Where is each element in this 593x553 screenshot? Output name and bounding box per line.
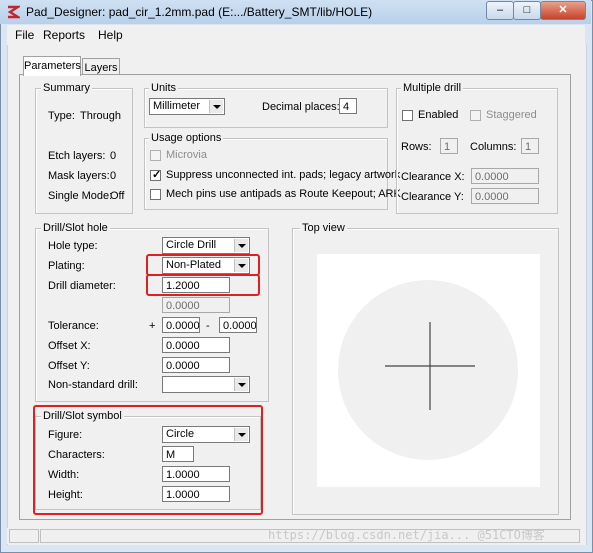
chevron-down-icon [234,378,248,391]
single-mode-value: Off [110,190,125,202]
drill-diameter-highlight [146,274,260,296]
staggered-label: Staggered [486,109,537,121]
usage-options-title: Usage options [149,132,224,144]
non-standard-drill-label: Non-standard drill: [48,379,138,391]
menu-reports[interactable]: Reports [43,28,85,42]
type-value: Through [80,110,121,122]
drill-diameter-label: Drill diameter: [48,280,116,292]
menu-bar [7,25,585,45]
staggered-checkbox[interactable] [470,110,481,121]
hole-type-dropdown[interactable]: Circle Drill [162,237,250,254]
top-view-canvas[interactable] [317,254,540,487]
clearance-x-label: Clearance X: [401,171,465,183]
maximize-button[interactable]: □ [513,1,541,20]
enabled-checkbox[interactable] [402,110,413,121]
mask-layers-label: Mask layers: [48,170,110,182]
menu-file[interactable]: File [15,28,34,42]
clearance-y-label: Clearance Y: [401,191,464,203]
columns-input[interactable]: 1 [521,138,539,154]
drill-slot-symbol-title: Drill/Slot symbol [41,410,124,422]
hole-type-value: Circle Drill [166,239,217,251]
decimal-places-label: Decimal places: [262,101,340,113]
checkmark-icon: ✓ [152,169,162,181]
pad-circle-shape [338,280,518,460]
tolerance-minus-input[interactable]: 0.0000 [219,317,257,333]
clearance-y-input[interactable]: 0.0000 [471,188,539,204]
mech-pins-checkbox[interactable] [150,189,161,200]
type-label: Type: [48,110,75,122]
non-standard-drill-dropdown[interactable] [162,376,250,393]
enabled-label: Enabled [418,109,459,121]
multiple-drill-title: Multiple drill [401,82,464,94]
offset-y-label: Offset Y: [48,360,90,372]
mech-pins-label: Mech pins use antipads as Route Keepout;… [166,188,401,200]
tolerance-plus-sign: + [149,320,156,332]
width-input[interactable]: 1.0000 [162,466,230,482]
offset-x-label: Offset X: [48,340,91,352]
microvia-checkbox[interactable] [150,150,161,161]
tolerance-minus-sign: - [206,320,210,332]
height-input[interactable]: 1.0000 [162,486,230,502]
tab-parameters[interactable]: Parameters [23,56,81,76]
suppress-pads-checkbox[interactable]: ✓ [150,169,162,181]
columns-label: Columns: [470,141,517,153]
offset-x-input[interactable]: 0.0000 [162,337,230,353]
units-title: Units [149,82,179,94]
etch-layers-label: Etch layers: [48,150,106,162]
figure-dropdown[interactable]: Circle [162,426,250,443]
hole-type-label: Hole type: [48,240,98,252]
tolerance-label: Tolerance: [48,320,99,332]
rows-label: Rows: [401,141,432,153]
etch-layers-value: 0 [110,150,117,162]
units-dropdown-value: Millimeter [153,100,201,112]
plating-label: Plating: [48,260,85,272]
pad-designer-app-icon [7,5,20,19]
decimal-places-input[interactable]: 4 [339,98,357,114]
summary-title: Summary [41,82,93,94]
plating-highlight [146,254,260,276]
microvia-label: Microvia [166,149,207,161]
figure-label: Figure: [48,429,83,441]
units-dropdown[interactable]: Millimeter [149,98,225,115]
suppress-pads-label: Suppress unconnected int. pads; legacy a… [166,169,401,181]
drill-slot-hole-title: Drill/Slot hole [41,222,110,234]
secondary-diameter-input[interactable]: 0.0000 [162,297,230,313]
clearance-x-input[interactable]: 0.0000 [471,168,539,184]
figure-value: Circle [166,428,195,440]
top-view-title: Top view [300,222,347,234]
width-label: Width: [48,469,80,481]
tolerance-plus-input[interactable]: 0.0000 [162,317,200,333]
height-label: Height: [48,489,83,501]
window-title: Pad_Designer: pad_cir_1.2mm.pad (E:.../B… [26,5,373,19]
chevron-down-icon [234,428,248,441]
mask-layers-value: 0 [110,170,117,182]
characters-label: Characters: [48,449,105,461]
status-pane-left [9,529,39,543]
watermark-text: https://blog.csdn.net/jia... @51CTO博客 [268,528,545,542]
rows-input[interactable]: 1 [440,138,458,154]
chevron-down-icon [209,100,223,113]
characters-input[interactable]: M [162,446,194,462]
minimize-button[interactable]: – [486,1,514,20]
chevron-down-icon [234,239,248,252]
offset-y-input[interactable]: 0.0000 [162,357,230,373]
close-button[interactable]: ✕ [540,1,586,20]
single-mode-label: Single Mode: [48,190,113,202]
menu-help[interactable]: Help [98,28,123,42]
